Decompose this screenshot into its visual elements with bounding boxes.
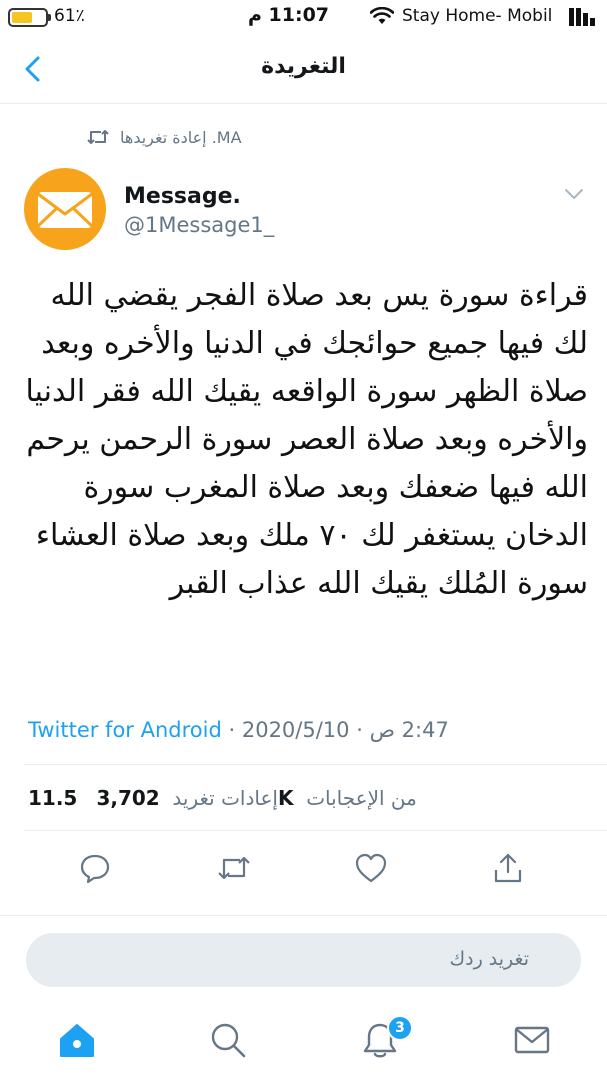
retweets-count: 3,702	[96, 786, 160, 810]
tweet-text: قراءة سورة يس بعد صلاة الفجر يقضي الله ل…	[15, 278, 588, 601]
battery-tip	[48, 14, 51, 21]
author-handle[interactable]: @1Message1_	[124, 213, 274, 237]
envelope-icon	[36, 192, 94, 228]
retweets-label: إعادات تغريد	[172, 786, 278, 810]
header: التغريدة	[0, 34, 607, 104]
battery-percent: 61٪	[54, 6, 85, 26]
wifi-icon	[370, 7, 394, 24]
retweet-icon	[87, 130, 109, 144]
mail-icon[interactable]	[512, 1020, 552, 1060]
retweet-context-text: MA. إعادة تغريدها	[120, 127, 242, 147]
likes-label: من الإعجابات	[306, 786, 417, 810]
meta-separator: ·	[221, 718, 242, 742]
retweet-context[interactable]: MA. إعادة تغريدها	[86, 122, 242, 152]
share-icon[interactable]	[490, 850, 526, 886]
divider	[24, 764, 607, 765]
tweet-meta: Twitter for Android · 2020/5/10 · 2:47 ص	[28, 718, 449, 742]
status-bar: 61٪ 11:07 م Stay Home- Mobil	[0, 0, 607, 34]
tweet-source[interactable]: Twitter for Android	[28, 718, 222, 742]
retweets-stat[interactable]: إعادات تغريد 3,702	[96, 786, 278, 810]
battery-icon	[8, 8, 48, 27]
home-icon[interactable]	[57, 1020, 97, 1060]
status-time: 11:07 م	[248, 4, 330, 26]
notifications-badge: 3	[387, 1015, 413, 1041]
tweet-date: 2020/5/10	[241, 718, 350, 742]
divider	[0, 915, 607, 916]
reply-placeholder: تغريد ردك	[449, 948, 529, 970]
signal-icon	[569, 8, 595, 26]
page-title: التغريدة	[261, 54, 346, 79]
author-name[interactable]: Message.	[124, 184, 241, 209]
reply-icon[interactable]	[77, 850, 113, 886]
divider	[24, 830, 607, 831]
search-icon[interactable]	[208, 1020, 248, 1060]
tab-bar	[0, 1000, 607, 1080]
meta-separator: ·	[349, 718, 370, 742]
tweet-stats: إعادات تغريد 3,702 11.5K من الإعجابات	[28, 786, 417, 810]
heart-icon[interactable]	[353, 850, 389, 886]
battery-level-fill	[12, 12, 32, 23]
retweet-icon[interactable]	[216, 850, 252, 886]
reply-input[interactable]: تغريد ردك	[26, 933, 581, 987]
chevron-down-icon[interactable]	[562, 184, 586, 204]
avatar[interactable]	[24, 168, 106, 250]
carrier-name: Stay Home- Mobil	[402, 6, 553, 26]
tweet-time: 2:47 ص	[369, 718, 449, 742]
